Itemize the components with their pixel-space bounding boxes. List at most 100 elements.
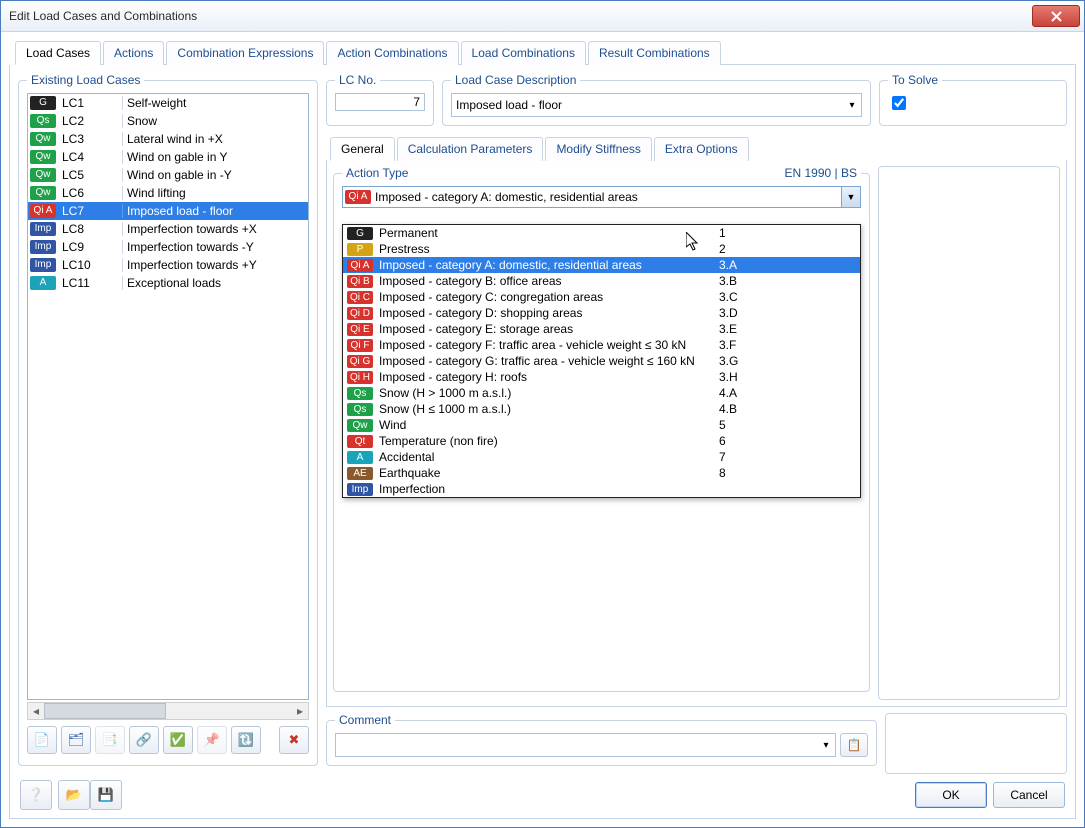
delete-button[interactable]: ✖ bbox=[279, 726, 309, 754]
lc-desc: Lateral wind in +X bbox=[122, 132, 308, 146]
load-case-row[interactable]: ALC11Exceptional loads bbox=[28, 274, 308, 292]
load-case-row[interactable]: QwLC3Lateral wind in +X bbox=[28, 130, 308, 148]
lc-desc: Wind lifting bbox=[122, 186, 308, 200]
dd-label: Imposed - category A: domestic, resident… bbox=[379, 258, 719, 272]
dd-label: Wind bbox=[379, 418, 719, 432]
dropdown-item[interactable]: ImpImperfection bbox=[343, 481, 860, 497]
dropdown-item[interactable]: Qi CImposed - category C: congregation a… bbox=[343, 289, 860, 305]
main-tab[interactable]: Actions bbox=[103, 41, 164, 65]
dropdown-button[interactable]: ▼ bbox=[841, 187, 860, 207]
dropdown-item[interactable]: Qi HImposed - category H: roofs3.H bbox=[343, 369, 860, 385]
load-case-row[interactable]: ImpLC8Imperfection towards +X bbox=[28, 220, 308, 238]
desc-combo[interactable]: Imposed load - floor ▾ bbox=[451, 93, 862, 117]
main-tab[interactable]: Combination Expressions bbox=[166, 41, 324, 65]
lc-code: LC8 bbox=[58, 222, 122, 236]
load-case-row[interactable]: GLC1Self-weight bbox=[28, 94, 308, 112]
dd-tag: Qs bbox=[347, 387, 373, 400]
sub-tab[interactable]: Calculation Parameters bbox=[397, 137, 544, 161]
load-case-row[interactable]: QwLC6Wind lifting bbox=[28, 184, 308, 202]
dropdown-item[interactable]: Qi AImposed - category A: domestic, resi… bbox=[343, 257, 860, 273]
ok-button[interactable]: OK bbox=[915, 782, 987, 808]
main-tabs: Load CasesActionsCombination Expressions… bbox=[15, 40, 1076, 65]
dropdown-item[interactable]: AAccidental7 bbox=[343, 449, 860, 465]
lc-code: LC2 bbox=[58, 114, 122, 128]
dropdown-item[interactable]: Qi BImposed - category B: office areas3.… bbox=[343, 273, 860, 289]
load-case-row[interactable]: Qi ALC7Imposed load - floor bbox=[28, 202, 308, 220]
comment-pick-button[interactable]: 📋 bbox=[840, 733, 868, 757]
scroll-thumb[interactable] bbox=[44, 703, 166, 719]
action-type-dropdown[interactable]: GPermanent1PPrestress2Qi AImposed - cate… bbox=[342, 224, 861, 498]
link-button[interactable]: 🔗 bbox=[129, 726, 159, 754]
pin-button[interactable]: 📌 bbox=[197, 726, 227, 754]
load-case-row[interactable]: QwLC5Wind on gable in -Y bbox=[28, 166, 308, 184]
main-tab[interactable]: Load Combinations bbox=[461, 41, 586, 65]
lc-code: LC1 bbox=[58, 96, 122, 110]
dd-tag: Qi E bbox=[347, 323, 373, 336]
scroll-left-arrow-icon[interactable]: ◂ bbox=[28, 703, 44, 719]
dropdown-item[interactable]: Qi D Imposed - category D: shopping areas… bbox=[343, 305, 860, 321]
dropdown-item[interactable]: Qi GImposed - category G: traffic area -… bbox=[343, 353, 860, 369]
load-case-list[interactable]: GLC1Self-weightQsLC2SnowQwLC3Lateral win… bbox=[27, 93, 309, 700]
dd-num: 5 bbox=[719, 418, 759, 432]
lc-tag: Qw bbox=[30, 186, 56, 200]
dd-tag: Qw bbox=[347, 419, 373, 432]
dd-tag: Qi D bbox=[347, 307, 373, 320]
comment-combo[interactable]: ▾ bbox=[335, 733, 836, 757]
standard-label: EN 1990 | BS bbox=[785, 166, 858, 180]
refresh-button[interactable]: 🔃 bbox=[231, 726, 261, 754]
load-case-row[interactable]: ImpLC9Imperfection towards -Y bbox=[28, 238, 308, 256]
dropdown-item[interactable]: Qw Wind5 bbox=[343, 417, 860, 433]
desc-label: Load Case Description bbox=[451, 73, 580, 87]
dd-tag: Qt bbox=[347, 435, 373, 448]
sub-tab[interactable]: Modify Stiffness bbox=[545, 137, 651, 161]
cancel-button[interactable]: Cancel bbox=[993, 782, 1065, 808]
scroll-right-arrow-icon[interactable]: ▸ bbox=[292, 703, 308, 719]
horizontal-scrollbar[interactable]: ◂ ▸ bbox=[27, 702, 309, 720]
solve-checkbox[interactable] bbox=[892, 96, 906, 110]
save-button[interactable]: 💾 bbox=[90, 780, 122, 810]
close-icon bbox=[1051, 11, 1062, 22]
dropdown-item[interactable]: GPermanent1 bbox=[343, 225, 860, 241]
dd-label: Imposed - category D: shopping areas bbox=[379, 306, 719, 320]
main-tab[interactable]: Result Combinations bbox=[588, 41, 721, 65]
window-title: Edit Load Cases and Combinations bbox=[9, 9, 197, 23]
load-case-row[interactable]: QsLC2Snow bbox=[28, 112, 308, 130]
dropdown-item[interactable]: Qi EImposed - category E: storage areas3… bbox=[343, 321, 860, 337]
lc-desc: Self-weight bbox=[122, 96, 308, 110]
dd-tag: Qi H bbox=[347, 371, 373, 384]
dropdown-item[interactable]: Qi FImposed - category F: traffic area -… bbox=[343, 337, 860, 353]
new-button[interactable]: 📄 bbox=[27, 726, 57, 754]
close-button[interactable] bbox=[1032, 5, 1080, 27]
dd-tag: Qi C bbox=[347, 291, 373, 304]
open-folder-button[interactable]: 📂 bbox=[58, 780, 90, 810]
dd-tag: Qi F bbox=[347, 339, 373, 352]
lcno-input[interactable] bbox=[335, 93, 425, 111]
dialog-window: Edit Load Cases and Combinations Load Ca… bbox=[0, 0, 1085, 828]
dropdown-item[interactable]: PPrestress2 bbox=[343, 241, 860, 257]
batch-new-button[interactable]: 🗂 bbox=[61, 726, 91, 754]
lc-code: LC6 bbox=[58, 186, 122, 200]
dd-tag: A bbox=[347, 451, 373, 464]
lc-tag: Imp bbox=[30, 222, 56, 236]
dropdown-item[interactable]: AEEarthquake8 bbox=[343, 465, 860, 481]
action-type-combo[interactable]: Qi A Imposed - category A: domestic, res… bbox=[342, 186, 861, 208]
main-tab[interactable]: Action Combinations bbox=[326, 41, 458, 65]
dropdown-item[interactable]: QtTemperature (non fire)6 bbox=[343, 433, 860, 449]
main-tab[interactable]: Load Cases bbox=[15, 41, 101, 65]
dd-tag: P bbox=[347, 243, 373, 256]
load-case-row[interactable]: QwLC4Wind on gable in Y bbox=[28, 148, 308, 166]
desc-value: Imposed load - floor bbox=[452, 98, 843, 112]
dropdown-item[interactable]: QsSnow (H ≤ 1000 m a.s.l.)4.B bbox=[343, 401, 860, 417]
lc-desc: Imperfection towards -Y bbox=[122, 240, 308, 254]
sub-tabs: GeneralCalculation ParametersModify Stif… bbox=[330, 136, 1067, 160]
lc-desc: Snow bbox=[122, 114, 308, 128]
copy-button[interactable]: 📑 bbox=[95, 726, 125, 754]
lc-desc: Wind on gable in -Y bbox=[122, 168, 308, 182]
accept-button[interactable]: ✅ bbox=[163, 726, 193, 754]
sub-tab[interactable]: Extra Options bbox=[654, 137, 749, 161]
dropdown-item[interactable]: QsSnow (H > 1000 m a.s.l.)4.A bbox=[343, 385, 860, 401]
sub-tab[interactable]: General bbox=[330, 137, 395, 161]
load-case-row[interactable]: ImpLC10Imperfection towards +Y bbox=[28, 256, 308, 274]
help-button[interactable]: ❔ bbox=[20, 780, 52, 810]
dd-num: 3.C bbox=[719, 290, 759, 304]
